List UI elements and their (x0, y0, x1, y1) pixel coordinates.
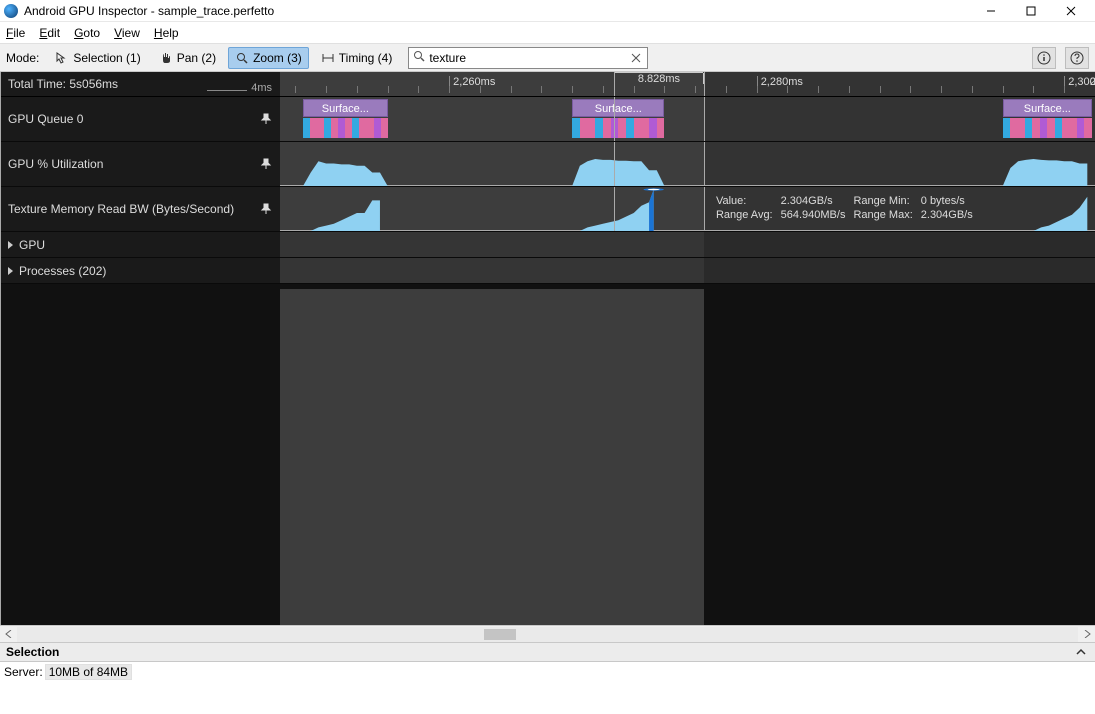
info-button[interactable] (1032, 47, 1056, 69)
mode-selection-button[interactable]: Selection (1) (49, 47, 146, 69)
queue-block[interactable]: Surface... (1003, 99, 1092, 117)
menu-edit[interactable]: Edit (39, 26, 60, 40)
mode-pan-label: Pan (2) (177, 51, 216, 65)
timing-icon (321, 51, 335, 65)
status-memory: 10MB of 84MB (45, 664, 132, 680)
category-processes[interactable]: Processes (202) (0, 258, 1095, 284)
clear-search-button[interactable] (629, 51, 643, 65)
queue-block[interactable]: Surface... (303, 99, 388, 117)
track-label: GPU % Utilization (8, 157, 103, 171)
help-icon (1070, 51, 1084, 65)
mode-zoom-label: Zoom (3) (253, 51, 302, 65)
category-gpu[interactable]: GPU (0, 232, 1095, 258)
search-box[interactable] (408, 47, 648, 69)
track-label: Texture Memory Read BW (Bytes/Second) (8, 202, 234, 216)
selection-panel-header[interactable]: Selection (0, 642, 1095, 662)
pin-icon[interactable] (260, 113, 272, 125)
maximize-button[interactable] (1011, 0, 1051, 22)
zoom-icon (235, 51, 249, 65)
time-ruler-row: Total Time: 5s056ms 4ms 8.828ms 2,260ms2… (0, 72, 1095, 97)
scroll-left-button[interactable] (0, 626, 17, 643)
horizontal-scrollbar[interactable] (0, 625, 1095, 642)
selection-range-label: 8.828ms (614, 73, 704, 84)
mode-label: Mode: (6, 51, 39, 65)
track-gpu-queue[interactable]: GPU Queue 0 Surface... Surface... Surface.… (0, 97, 1095, 142)
mode-zoom-button[interactable]: Zoom (3) (228, 47, 309, 69)
total-time-label: Total Time: 5s056ms 4ms (0, 72, 280, 96)
expand-icon (8, 241, 13, 249)
pin-icon[interactable] (260, 158, 272, 170)
mode-selection-label: Selection (1) (73, 51, 140, 65)
track-gpu-utilization[interactable]: GPU % Utilization (0, 142, 1095, 187)
minimize-button[interactable] (971, 0, 1011, 22)
scroll-track[interactable] (17, 627, 1078, 642)
status-server-label: Server: (4, 665, 43, 679)
info-icon (1037, 51, 1051, 65)
status-bar: Server: 10MB of 84MB (0, 662, 1095, 682)
track-label: GPU Queue 0 (8, 112, 83, 126)
selection-panel-title: Selection (6, 645, 59, 659)
mode-timing-label: Timing (4) (339, 51, 393, 65)
scroll-right-button[interactable] (1078, 626, 1095, 643)
search-icon (413, 50, 425, 65)
track-texture-bw[interactable]: Texture Memory Read BW (Bytes/Second) Va… (0, 187, 1095, 232)
pan-icon (159, 51, 173, 65)
timeline-view[interactable]: Total Time: 5s056ms 4ms 8.828ms 2,260ms2… (0, 72, 1095, 625)
selection-end-line (0, 72, 1, 625)
help-button[interactable] (1065, 47, 1089, 69)
scroll-thumb[interactable] (484, 629, 516, 640)
close-button[interactable] (1051, 0, 1091, 22)
queue-block[interactable]: Surface... (572, 99, 664, 117)
mode-pan-button[interactable]: Pan (2) (153, 47, 222, 69)
menu-bar: File Edit Goto View Help (0, 22, 1095, 44)
chevron-up-icon[interactable] (1073, 644, 1089, 660)
pin-icon[interactable] (260, 203, 272, 215)
app-icon (4, 4, 18, 18)
toolbar: Mode: Selection (1) Pan (2) Zoom (3) Tim… (0, 44, 1095, 72)
time-ruler[interactable]: 8.828ms 2,260ms2,280ms2,300ms2,3 (280, 72, 1095, 96)
mode-timing-button[interactable]: Timing (4) (315, 47, 399, 69)
menu-help[interactable]: Help (154, 26, 179, 40)
window-title: Android GPU Inspector - sample_trace.per… (24, 4, 971, 18)
timeline-empty-area[interactable] (280, 289, 1095, 625)
menu-file[interactable]: File (6, 26, 25, 40)
menu-view[interactable]: View (114, 26, 140, 40)
menu-goto[interactable]: Goto (74, 26, 100, 40)
selection-icon (55, 51, 69, 65)
expand-icon (8, 267, 13, 275)
search-input[interactable] (429, 51, 625, 65)
title-bar: Android GPU Inspector - sample_trace.per… (0, 0, 1095, 22)
